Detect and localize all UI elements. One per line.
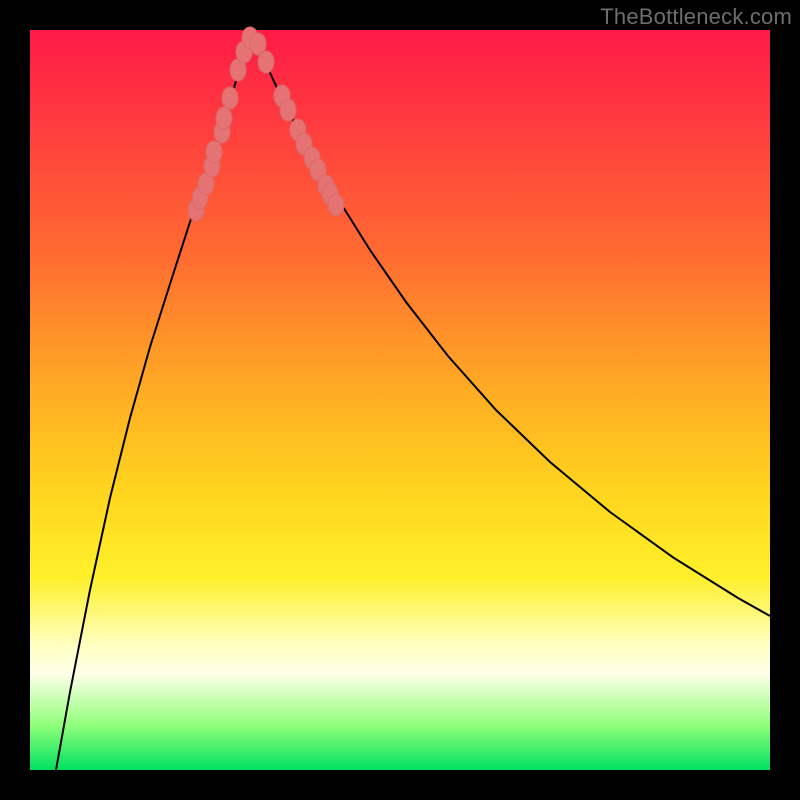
data-marker <box>328 194 344 216</box>
data-marker <box>280 99 296 121</box>
watermark-text: TheBottleneck.com <box>600 4 792 30</box>
data-marker <box>222 87 238 109</box>
curve-right-branch <box>252 34 770 616</box>
plot-area <box>30 30 770 770</box>
curve-left-branch <box>56 34 252 770</box>
chart-frame: TheBottleneck.com <box>0 0 800 800</box>
data-marker <box>258 51 274 73</box>
marker-group <box>188 27 344 221</box>
data-marker <box>216 107 232 129</box>
data-marker <box>206 141 222 163</box>
curve-layer <box>30 30 770 770</box>
